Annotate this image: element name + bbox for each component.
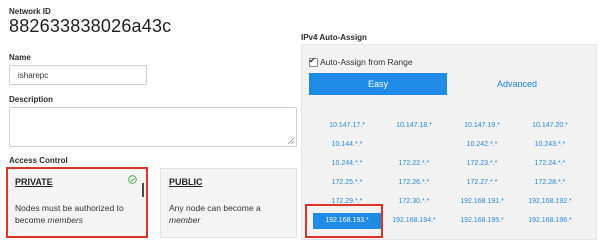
private-description-em: members xyxy=(47,215,84,225)
auto-assign-checkbox[interactable]: ✔ xyxy=(309,56,318,67)
range-option[interactable]: 172.25.*.* xyxy=(313,175,381,191)
range-option[interactable]: 10.147.18.* xyxy=(380,118,448,134)
range-option[interactable]: 10.147.17.* xyxy=(313,118,381,134)
range-option[interactable]: 172.30.*.* xyxy=(380,194,448,210)
description-textarea[interactable] xyxy=(9,107,297,147)
range-option[interactable]: 10.242.*.* xyxy=(448,137,516,153)
range-option[interactable]: 10.147.19.* xyxy=(448,118,516,134)
private-card-scroll-indicator xyxy=(142,183,144,197)
range-option[interactable]: 192.168.191.* xyxy=(448,194,516,210)
range-option[interactable]: 172.26.*.* xyxy=(380,175,448,191)
access-card-private[interactable]: PRIVATE Nodes must be authorized to beco… xyxy=(6,167,148,238)
range-option[interactable]: 10.144.*.* xyxy=(313,137,381,153)
public-title: PUBLIC xyxy=(169,177,203,187)
range-option xyxy=(380,137,448,153)
range-option[interactable]: 10.243.*.* xyxy=(516,137,584,153)
name-label: Name xyxy=(9,53,31,62)
access-card-public[interactable]: PUBLIC Any node can become a member xyxy=(160,168,297,238)
range-option[interactable]: 192.168.196.* xyxy=(516,213,584,229)
network-id-value: 882633838026a43c xyxy=(9,16,172,36)
private-description: Nodes must be authorized to become membe… xyxy=(15,203,124,225)
range-option[interactable]: 192.168.194.* xyxy=(380,213,448,229)
public-description: Any node can become a member xyxy=(169,203,261,225)
range-option[interactable]: 172.28.*.* xyxy=(516,175,584,191)
network-id-label: Network ID xyxy=(9,7,51,16)
range-option[interactable]: 172.24.*.* xyxy=(516,156,584,172)
auto-assign-label[interactable]: Auto-Assign from Range xyxy=(320,57,413,67)
range-option[interactable]: 172.23.*.* xyxy=(448,156,516,172)
name-input[interactable]: isharepc xyxy=(9,65,147,85)
resize-grip-icon[interactable] xyxy=(288,138,294,144)
selected-range-highlight xyxy=(305,204,383,238)
tab-advanced[interactable]: Advanced xyxy=(447,73,587,95)
tab-easy[interactable]: Easy xyxy=(309,73,447,95)
checkbox-icon: ✔ xyxy=(309,56,316,65)
description-label: Description xyxy=(9,95,54,104)
name-input-value: isharepc xyxy=(18,71,49,80)
range-option[interactable]: 172.27.*.* xyxy=(448,175,516,191)
range-option[interactable]: 10.147.20.* xyxy=(516,118,584,134)
check-circle-icon xyxy=(128,175,137,184)
public-description-em: member xyxy=(169,215,201,225)
private-title: PRIVATE xyxy=(15,177,53,187)
access-control-label: Access Control xyxy=(9,156,68,165)
range-option[interactable]: 192.168.192.* xyxy=(516,194,584,210)
range-option[interactable]: 10.244.*.* xyxy=(313,156,381,172)
range-option[interactable]: 172.22.*.* xyxy=(380,156,448,172)
ipv4-auto-assign-label: IPv4 Auto-Assign xyxy=(301,33,367,42)
range-option[interactable]: 192.168.195.* xyxy=(448,213,516,229)
